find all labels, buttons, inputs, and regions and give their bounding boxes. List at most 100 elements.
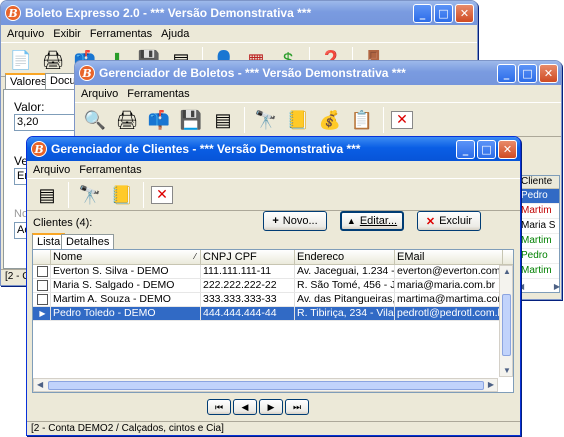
table-row[interactable]: Martim A. Souza - DEMO 333.333.333-33 Av. … xyxy=(33,293,513,307)
side-scroll-arrows[interactable]: ◀ ▶ xyxy=(518,282,560,294)
close-button[interactable]: ✕ xyxy=(498,139,517,159)
printer-icon[interactable]: 🖨 xyxy=(113,106,141,134)
indicator-header xyxy=(33,250,51,264)
minimize-button[interactable]: _ xyxy=(456,139,475,159)
cell-end: R. São Tomé, 456 - Jardim S xyxy=(297,279,395,292)
title-bar[interactable]: B Gerenciador de Clientes - *** Versão D… xyxy=(27,137,520,161)
side-list-item[interactable]: Martim xyxy=(519,264,559,279)
clients-grid: Nome ⁄ CNPJ CPF Endereco EMail Everton S.… xyxy=(32,249,514,393)
checkbox-icon[interactable] xyxy=(37,266,48,277)
maximize-button[interactable]: □ xyxy=(434,3,453,23)
next-record-button[interactable]: ▶ xyxy=(259,399,283,415)
col-nome-header[interactable]: Nome ⁄ xyxy=(51,250,201,264)
address-book-icon[interactable]: 📒 xyxy=(108,181,136,209)
binoculars-icon[interactable]: 🔭 xyxy=(252,106,280,134)
menu-ferramentas[interactable]: Ferramentas xyxy=(127,88,189,100)
vscroll-thumb[interactable] xyxy=(502,294,511,356)
grid-header: Nome ⁄ CNPJ CPF Endereco EMail xyxy=(33,250,513,265)
cell-end: R. Tibiriça, 234 - Vila Almeid xyxy=(295,307,395,320)
scroll-thumb[interactable] xyxy=(48,381,484,390)
close-button[interactable]: ✕ xyxy=(539,63,558,83)
minimize-button[interactable]: _ xyxy=(497,63,516,83)
scroll-down-icon[interactable]: ▼ xyxy=(503,366,511,375)
novo-label: Novo... xyxy=(282,215,318,227)
menu-arquivo[interactable]: Arquivo xyxy=(33,164,70,176)
checkbox-icon[interactable] xyxy=(37,294,48,305)
cell-nome: Maria S. Salgado - DEMO xyxy=(51,279,201,292)
maximize-button[interactable]: □ xyxy=(518,63,537,83)
clients-count-label: Clientes (4): xyxy=(33,217,93,229)
excluir-button[interactable]: ✕ Excluir xyxy=(417,211,481,231)
title-bar[interactable]: B Gerenciador de Boletos - *** Versão De… xyxy=(75,61,561,85)
table-row[interactable]: Maria S. Salgado - DEMO 222.222.222-22 R. … xyxy=(33,279,513,293)
cell-cpf: 333.333.333-33 xyxy=(201,293,295,306)
save-icon[interactable]: 💾 xyxy=(177,106,205,134)
scroll-left-icon[interactable]: ◀ xyxy=(37,380,43,389)
editar-label: Editar... xyxy=(359,215,398,227)
title-bar[interactable]: B Boleto Expresso 2.0 - *** Versão Demon… xyxy=(1,1,477,25)
menu-ferramentas[interactable]: Ferramentas xyxy=(79,164,141,176)
editar-button[interactable]: ▲ Editar... xyxy=(340,211,404,231)
vertical-scrollbar[interactable]: ▲ ▼ xyxy=(499,265,513,377)
last-record-button[interactable]: ⏭ xyxy=(285,399,309,415)
checkbox-icon[interactable] xyxy=(37,280,48,291)
list-icon[interactable]: ▤ xyxy=(209,106,237,134)
scroll-right-icon[interactable]: ▶ xyxy=(488,380,494,389)
side-list-item[interactable]: Martim xyxy=(519,234,559,249)
menu-arquivo[interactable]: Arquivo xyxy=(7,28,44,40)
side-list-item[interactable]: Martim xyxy=(519,204,559,219)
col-endereco-header[interactable]: Endereco xyxy=(295,250,395,264)
first-record-button[interactable]: ⏮ xyxy=(207,399,231,415)
app-logo-icon: B xyxy=(31,141,47,157)
cell-email: maria@maria.com.br xyxy=(395,279,503,292)
menu-bar: Arquivo Ferramentas xyxy=(27,161,520,179)
side-list-items: Pedro Martim Maria S Martim Pedro Martim xyxy=(519,189,559,279)
new-document-icon[interactable]: 📄 xyxy=(7,46,35,74)
prev-record-button[interactable]: ◀ xyxy=(233,399,257,415)
cell-end: Av. Jaceguai, 1.234 - Vila F xyxy=(297,265,395,278)
cell-end: Av. das Pitangueiras, 245 - xyxy=(297,293,395,306)
menu-exibir[interactable]: Exibir xyxy=(53,28,81,40)
row-checkbox xyxy=(33,293,51,306)
search-document-icon[interactable]: 🔍 xyxy=(81,106,109,134)
toolbar-separator xyxy=(68,181,69,208)
maximize-button[interactable]: □ xyxy=(477,139,496,159)
cell-nome: Martim A. Souza - DEMO xyxy=(51,293,201,306)
toolbar: ▤ 🔭 📒 ✕ xyxy=(27,179,520,211)
row-checkbox xyxy=(33,265,51,278)
printer-icon[interactable]: 🖨 xyxy=(39,46,67,74)
cell-email: pedrotl@pedrotl.com.br xyxy=(395,307,503,320)
cell-nome: Pedro Toledo - DEMO xyxy=(51,307,201,320)
close-button[interactable]: ✕ xyxy=(455,3,474,23)
scroll-up-icon[interactable]: ▲ xyxy=(503,267,511,276)
cell-cpf: 222.222.222-22 xyxy=(201,279,295,292)
close-red-x-icon[interactable]: ✕ xyxy=(391,110,413,129)
horizontal-scrollbar[interactable]: ◀ ▶ xyxy=(33,378,498,392)
list-view-icon[interactable]: ▤ xyxy=(33,181,61,209)
close-red-x-icon[interactable]: ✕ xyxy=(151,185,173,204)
novo-button[interactable]: + Novo... xyxy=(263,211,327,231)
side-list-item[interactable]: Maria S xyxy=(519,219,559,234)
side-list-item[interactable]: Pedro xyxy=(519,249,559,264)
col-cpf-header[interactable]: CNPJ CPF xyxy=(201,250,295,264)
minimize-button[interactable]: _ xyxy=(413,3,432,23)
tab-detalhes[interactable]: Detalhes xyxy=(61,234,115,250)
record-navigator: ⏮ ◀ ▶ ⏭ xyxy=(207,399,309,415)
app-logo-icon: B xyxy=(5,5,21,21)
address-book-icon[interactable]: 📒 xyxy=(284,106,312,134)
checklist-icon[interactable]: 📋 xyxy=(348,106,376,134)
current-row-indicator-icon: ▶ xyxy=(33,307,51,320)
menu-bar: Arquivo Ferramentas xyxy=(75,85,561,103)
app-logo-icon: B xyxy=(79,65,95,81)
side-list-item[interactable]: Pedro xyxy=(519,189,559,204)
binoculars-icon[interactable]: 🔭 xyxy=(76,181,104,209)
scroll-right-icon[interactable]: ▶ xyxy=(554,282,560,294)
col-email-header[interactable]: EMail xyxy=(395,250,503,264)
money-bag-icon[interactable]: 💰 xyxy=(316,106,344,134)
mailbox-icon[interactable]: 📫 xyxy=(145,106,173,134)
table-row[interactable]: Everton S. Silva - DEMO 111.111.111-11 Av.… xyxy=(33,265,513,279)
table-row[interactable]: ▶ Pedro Toledo - DEMO 444.444.444-44 R. Tib… xyxy=(33,307,513,321)
menu-ferramentas[interactable]: Ferramentas xyxy=(90,28,152,40)
menu-ajuda[interactable]: Ajuda xyxy=(161,28,189,40)
menu-arquivo[interactable]: Arquivo xyxy=(81,88,118,100)
